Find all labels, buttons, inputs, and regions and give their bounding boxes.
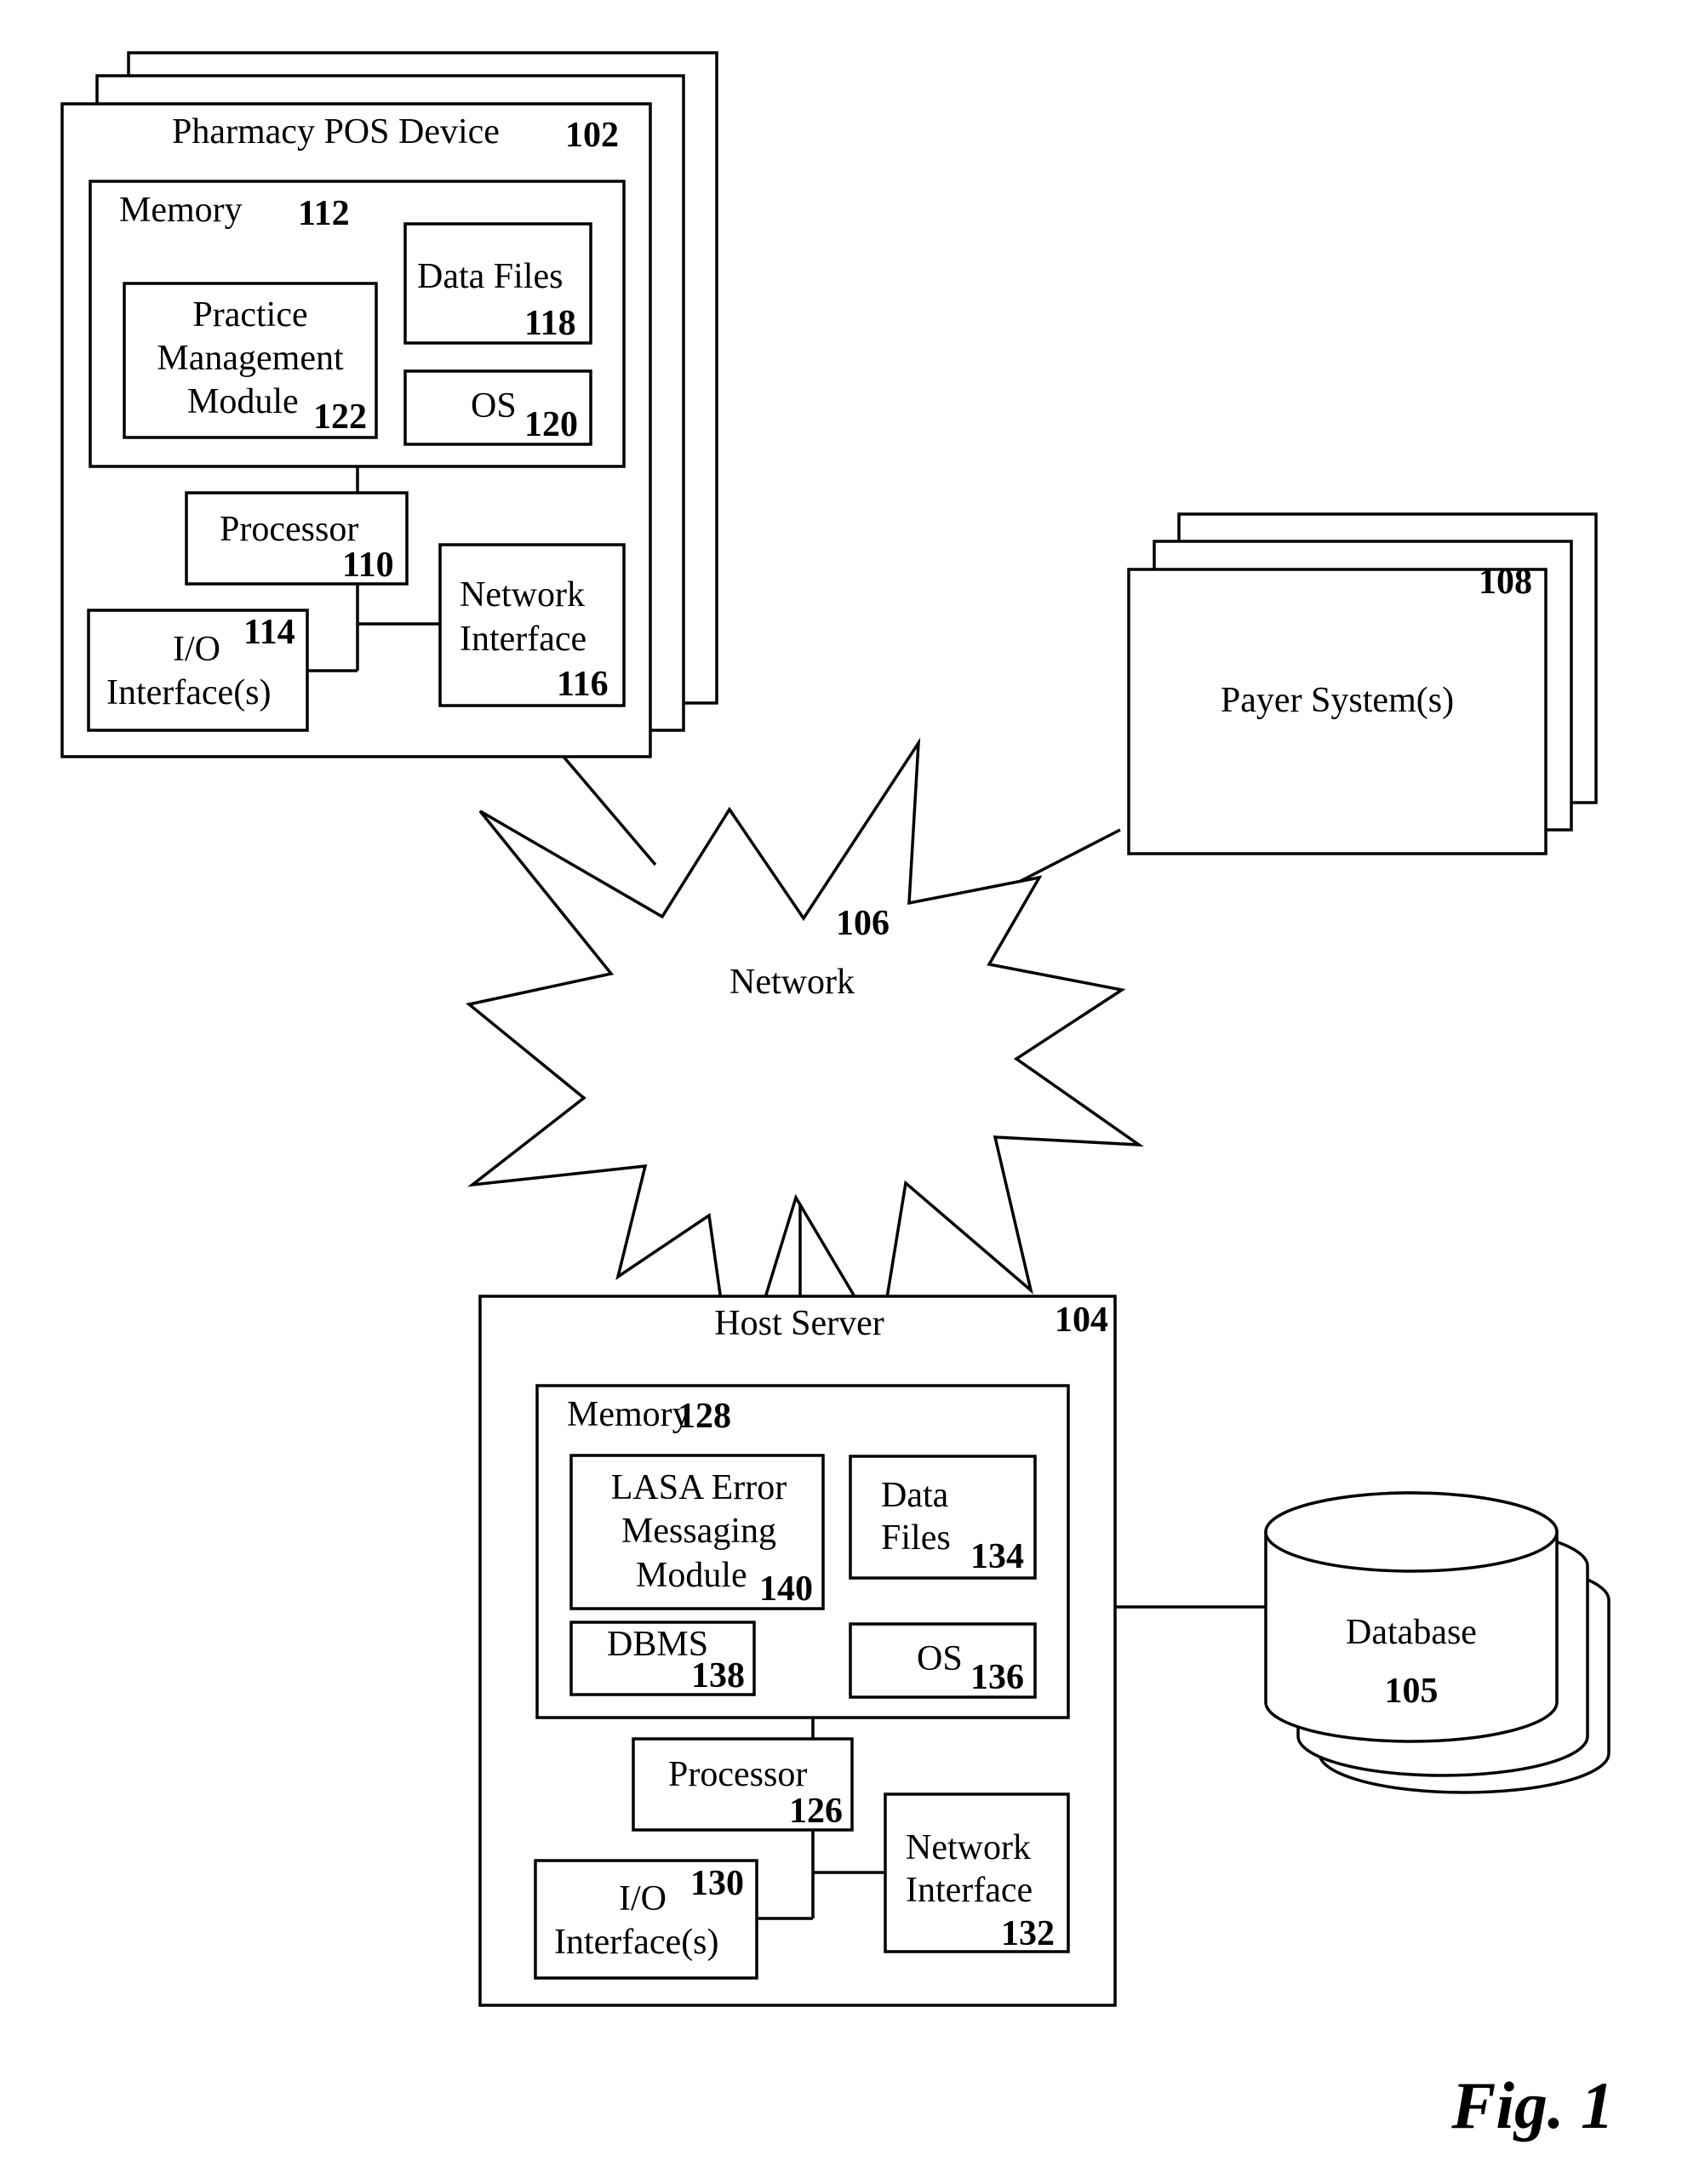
pos-io-line2: Interface(s) [106, 673, 272, 712]
network-ref: 106 [836, 904, 890, 943]
pos-device-ref: 102 [565, 116, 619, 155]
pos-data-files-label: Data Files [417, 257, 563, 296]
host-io-line1: I/O [619, 1879, 667, 1918]
lasa-module-line2: Messaging [621, 1512, 776, 1551]
pos-device: Pharmacy POS Device 102 Memory 112 Pract… [60, 51, 718, 758]
system-diagram: Pharmacy POS Device 102 Memory 112 Pract… [60, 51, 1614, 2142]
host-network-interface-ref: 132 [1001, 1914, 1055, 1953]
connector-pos-to-network [562, 755, 657, 866]
database-label: Database [1346, 1613, 1477, 1652]
practice-module-line3: Module [187, 382, 299, 421]
lasa-module-line1: LASA Error [611, 1468, 787, 1507]
network-label: Network [729, 963, 855, 1002]
host-server-title: Host Server [714, 1304, 884, 1343]
host-io-line2: Interface(s) [554, 1923, 719, 1962]
host-network-interface-line1: Network [906, 1828, 1031, 1867]
database-cylinder-top [1264, 1491, 1559, 1573]
pos-processor-ref: 110 [342, 546, 394, 585]
host-os-ref: 136 [970, 1658, 1024, 1697]
host-network-interface-line2: Interface [906, 1871, 1033, 1910]
dbms-ref: 138 [691, 1656, 745, 1695]
figure-label: Fig. 1 [1450, 2068, 1614, 2142]
practice-module-line1: Practice [192, 295, 307, 334]
host-data-files-line1: Data [881, 1476, 949, 1515]
host-memory-title: Memory [567, 1395, 690, 1434]
pos-network-interface-ref: 116 [557, 665, 609, 704]
payer-systems: 108 Payer System(s) [1127, 512, 1598, 855]
database-ref: 105 [1385, 1672, 1439, 1711]
lasa-module-ref: 140 [759, 1569, 813, 1609]
pos-io-line1: I/O [173, 630, 220, 669]
host-processor-ref: 126 [789, 1792, 843, 1831]
host-memory-ref: 128 [678, 1397, 731, 1436]
pos-memory-ref: 112 [298, 194, 350, 233]
pos-device-title: Pharmacy POS Device [172, 112, 500, 152]
host-processor-label: Processor [668, 1755, 807, 1794]
host-data-files-line2: Files [881, 1518, 951, 1558]
host-server-ref: 104 [1055, 1301, 1108, 1340]
lasa-module-line3: Module [636, 1556, 747, 1595]
practice-module-line2: Management [157, 339, 344, 378]
pos-processor-label: Processor [220, 510, 358, 549]
pos-memory-title: Memory [119, 191, 243, 230]
pos-network-interface-line2: Interface [460, 620, 586, 659]
payer-system-label: Payer System(s) [1221, 681, 1454, 720]
pos-io-ref: 114 [243, 613, 295, 652]
host-server: Host Server 104 Memory 128 LASA Error Me… [478, 1295, 1117, 2007]
host-os-label: OS [917, 1639, 963, 1678]
pos-data-files-ref: 118 [524, 304, 576, 343]
host-data-files-ref: 134 [970, 1537, 1024, 1576]
database: Database 105 [1264, 1491, 1610, 1794]
pos-os-ref: 120 [524, 405, 578, 444]
pos-network-interface-line1: Network [460, 575, 585, 615]
host-io-ref: 130 [690, 1864, 744, 1903]
practice-module-ref: 122 [313, 397, 367, 437]
payer-system-ref: 108 [1479, 563, 1532, 602]
pos-os-label: OS [471, 386, 517, 426]
